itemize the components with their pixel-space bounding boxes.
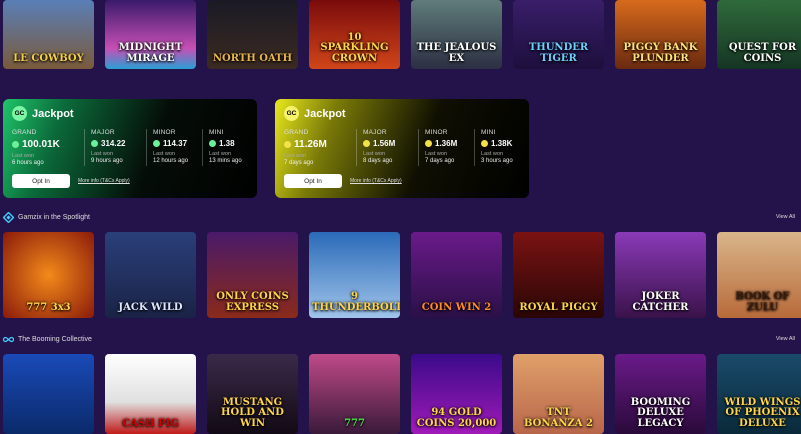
coin-icon — [209, 140, 216, 147]
top-game-tile[interactable]: 10 SPARKLING CROWN — [309, 0, 400, 69]
coin-icon — [481, 140, 488, 147]
gc-badge-icon: GC — [284, 106, 299, 121]
booming-section-header: The Booming Collective View All — [3, 333, 795, 345]
game-title: COIN WIN 2 — [421, 301, 492, 313]
opt-in-button[interactable]: Opt In — [12, 174, 70, 188]
jackpot-tier-grand: GRAND 11.26M Last won 7 days ago — [284, 129, 327, 166]
jackpot-tier-mini: MINI 1.38 Last won 13 mins ago — [202, 129, 248, 166]
top-game-tile[interactable]: MIDNIGHT MIRAGE — [105, 0, 196, 69]
game-title: ONLY COINS EXPRESS — [216, 291, 289, 313]
coin-icon — [284, 141, 291, 148]
top-games-row: LE COWBOY MIDNIGHT MIRAGE NORTH OATH 10 SPA… — [3, 0, 801, 69]
game-title: BOOK OF ZULU — [735, 291, 790, 313]
coin-icon — [363, 140, 370, 147]
game-title — [3, 429, 94, 434]
top-game-tile[interactable]: THE JEALOUS EX — [411, 0, 502, 69]
game-title: PIGGY BANK PLUNDER — [623, 42, 698, 64]
gc-badge-icon: GC — [12, 106, 27, 121]
spotlight-game-tile[interactable]: JACK WILD — [105, 232, 196, 318]
spotlight-view-all-link[interactable]: View All — [776, 214, 795, 220]
top-game-tile[interactable]: QUEST FOR COINS — [717, 0, 801, 69]
game-title: JACK WILD — [118, 301, 183, 313]
booming-game-tile[interactable] — [3, 354, 94, 434]
game-title: LE COWBOY — [13, 52, 84, 64]
jackpot-tier-major: MAJOR 1.56M Last won 8 days ago — [356, 129, 418, 166]
spotlight-game-tile[interactable]: JOKER CATCHER — [615, 232, 706, 318]
game-title: JOKER CATCHER — [632, 291, 689, 313]
game-title: TNT BONANZA 2 — [524, 407, 593, 429]
booming-section-title: The Booming Collective — [18, 335, 92, 343]
jackpot-title: Jackpot — [304, 107, 346, 120]
game-title: 10 SPARKLING CROWN — [320, 31, 389, 64]
game-title: 777 3x3 — [26, 301, 71, 313]
game-title: ROYAL PIGGY — [519, 301, 598, 313]
game-title: 777 — [344, 417, 365, 429]
booming-view-all-link[interactable]: View All — [776, 336, 795, 342]
more-info-link[interactable]: More info (T&Cs Apply) — [350, 178, 402, 184]
game-title: 9 THUNDERBOLTS — [312, 291, 400, 313]
game-title: NORTH OATH — [212, 52, 293, 64]
top-game-tile[interactable]: PIGGY BANK PLUNDER — [615, 0, 706, 69]
top-game-tile[interactable]: NORTH OATH — [207, 0, 298, 69]
coin-icon — [425, 140, 432, 147]
jackpot-tier-minor: MINOR 1.36M Last won 7 days ago — [418, 129, 474, 166]
spotlight-section-title: Gamzix in the Spotlight — [18, 213, 90, 221]
jackpot-tier-grand: GRAND 100.01K Last won 6 hours ago — [12, 129, 60, 166]
game-title: WILD WINGS OF PHOENIX DELUXE — [724, 396, 801, 429]
game-title: 94 GOLD COINS 20,000 — [416, 407, 497, 429]
booming-game-tile[interactable]: WILD WINGS OF PHOENIX DELUXE — [717, 354, 801, 434]
booming-games-row: CASH PIG MUSTANG HOLD AND WIN 777 94 GOLD C… — [3, 354, 801, 434]
spotlight-game-tile[interactable]: BOOK OF ZULU — [717, 232, 801, 318]
spotlight-section-header: Gamzix in the Spotlight View All — [3, 211, 795, 223]
top-game-tile[interactable]: THUNDER TIGER — [513, 0, 604, 69]
jackpot-tier-mini: MINI 1.38K Last won 3 hours ago — [474, 129, 520, 166]
game-title: MUSTANG HOLD AND WIN — [221, 396, 284, 429]
coin-icon — [91, 140, 98, 147]
jackpot-card-gc-yellow: GC Jackpot GRAND 11.26M Last won 7 days … — [275, 99, 529, 198]
booming-game-tile[interactable]: MUSTANG HOLD AND WIN — [207, 354, 298, 434]
game-title: QUEST FOR COINS — [728, 42, 797, 64]
spotlight-games-row: 777 3x3 JACK WILD ONLY COINS EXPRESS 9 THUN… — [3, 232, 801, 318]
infinity-icon — [3, 334, 14, 345]
game-title: CASH PIG — [122, 417, 179, 429]
jackpot-tier-major: MAJOR 314.22 Last won 9 hours ago — [84, 129, 146, 166]
jackpot-title: Jackpot — [32, 107, 74, 120]
coin-icon — [153, 140, 160, 147]
more-info-link[interactable]: More info (T&Cs Apply) — [78, 178, 130, 184]
spotlight-game-tile[interactable]: COIN WIN 2 — [411, 232, 502, 318]
jackpot-card-gc: GC Jackpot GRAND 100.01K Last won 6 hour… — [3, 99, 257, 198]
game-title: MIDNIGHT MIRAGE — [118, 42, 183, 64]
spotlight-game-tile[interactable]: 777 3x3 — [3, 232, 94, 318]
booming-game-tile[interactable]: 777 — [309, 354, 400, 434]
coin-icon — [12, 141, 19, 148]
booming-game-tile[interactable]: TNT BONANZA 2 — [513, 354, 604, 434]
game-title: BOOMING DELUXE LEGACY — [630, 396, 691, 429]
diamond-icon — [3, 211, 14, 223]
spotlight-game-tile[interactable]: ROYAL PIGGY — [513, 232, 604, 318]
booming-game-tile[interactable]: CASH PIG — [105, 354, 196, 434]
spotlight-game-tile[interactable]: ONLY COINS EXPRESS — [207, 232, 298, 318]
opt-in-button[interactable]: Opt In — [284, 174, 342, 188]
booming-game-tile[interactable]: BOOMING DELUXE LEGACY — [615, 354, 706, 434]
booming-game-tile[interactable]: 94 GOLD COINS 20,000 — [411, 354, 502, 434]
game-title: THUNDER TIGER — [528, 42, 589, 64]
top-game-tile[interactable]: LE COWBOY — [3, 0, 94, 69]
jackpot-tier-minor: MINOR 114.37 Last won 12 hours ago — [146, 129, 202, 166]
spotlight-game-tile[interactable]: 9 THUNDERBOLTS — [309, 232, 400, 318]
game-title: THE JEALOUS EX — [416, 42, 497, 64]
